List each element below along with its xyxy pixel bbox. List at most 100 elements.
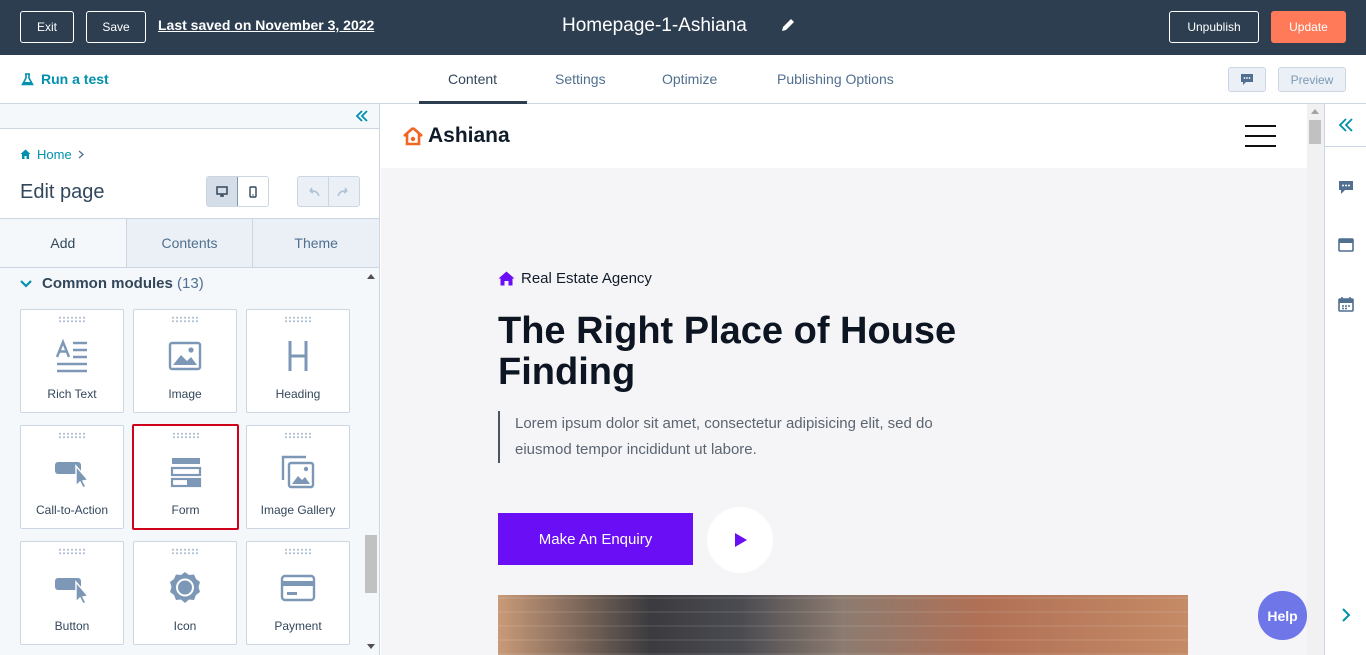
preview-scroll-thumb[interactable] bbox=[1309, 120, 1321, 144]
play-video-button[interactable] bbox=[707, 507, 773, 573]
layout-rail-icon[interactable] bbox=[1336, 235, 1356, 255]
unpublish-button[interactable]: Unpublish bbox=[1169, 11, 1259, 43]
redo-icon bbox=[336, 187, 348, 196]
page-title: Homepage-1-Ashiana bbox=[562, 15, 747, 36]
undo-button[interactable] bbox=[298, 177, 329, 206]
expand-rail-icon[interactable] bbox=[1336, 115, 1356, 135]
sidebar-header bbox=[0, 104, 379, 129]
pencil-icon[interactable] bbox=[780, 17, 796, 33]
exit-button[interactable]: Exit bbox=[20, 11, 74, 43]
save-button[interactable]: Save bbox=[86, 11, 146, 43]
sidebar-scrollbar[interactable] bbox=[364, 268, 378, 655]
last-saved-link[interactable]: Last saved on November 3, 2022 bbox=[158, 17, 374, 33]
left-sidebar: Home Edit page Add Contents Theme Common… bbox=[0, 104, 380, 655]
section-title: Common modules bbox=[42, 275, 173, 292]
module-call-to-action[interactable]: Call-to-Action bbox=[20, 425, 124, 529]
preview-scrollbar[interactable] bbox=[1307, 104, 1324, 655]
module-rich-text[interactable]: Rich Text bbox=[20, 309, 124, 413]
enquiry-button[interactable]: Make An Enquiry bbox=[498, 513, 693, 565]
mobile-icon bbox=[249, 185, 257, 198]
tab-add[interactable]: Add bbox=[0, 219, 127, 267]
home-icon bbox=[498, 271, 515, 286]
flask-icon bbox=[21, 72, 34, 85]
drag-handle-icon[interactable] bbox=[284, 432, 312, 439]
drag-handle-icon[interactable] bbox=[171, 548, 199, 555]
tab-optimize[interactable]: Optimize bbox=[662, 71, 717, 87]
scroll-up-arrow-icon[interactable] bbox=[367, 273, 375, 279]
common-modules-header[interactable]: Common modules (13) bbox=[20, 275, 204, 292]
module-label: Icon bbox=[173, 619, 197, 633]
editor-subbar: Run a test Content Settings Optimize Pub… bbox=[0, 55, 1366, 104]
drag-handle-icon[interactable] bbox=[58, 548, 86, 555]
hamburger-menu-icon[interactable] bbox=[1245, 125, 1276, 147]
icon-module-icon bbox=[170, 572, 200, 603]
tab-publishing-options[interactable]: Publishing Options bbox=[777, 71, 894, 87]
chevron-right-icon[interactable] bbox=[1336, 605, 1356, 625]
tab-theme[interactable]: Theme bbox=[253, 219, 379, 267]
module-heading[interactable]: Heading bbox=[246, 309, 350, 413]
redo-button[interactable] bbox=[329, 177, 359, 206]
module-form[interactable]: Form bbox=[132, 424, 239, 530]
site-logo[interactable]: Ashiana bbox=[402, 124, 510, 148]
scroll-down-arrow-icon[interactable] bbox=[367, 644, 375, 650]
module-payment[interactable]: Payment bbox=[246, 541, 350, 645]
button-icon bbox=[55, 578, 90, 605]
module-icon[interactable]: Icon bbox=[133, 541, 237, 645]
comments-rail-icon[interactable] bbox=[1336, 177, 1356, 197]
calendar-rail-icon[interactable] bbox=[1336, 294, 1356, 314]
desktop-icon bbox=[216, 186, 228, 197]
drag-handle-icon[interactable] bbox=[284, 316, 312, 323]
collapse-sidebar-icon[interactable] bbox=[355, 109, 369, 127]
run-test-link[interactable]: Run a test bbox=[21, 71, 109, 87]
module-label: Rich Text bbox=[47, 387, 97, 401]
hero-headline: The Right Place of House Finding bbox=[498, 310, 957, 393]
scroll-up-arrow-icon[interactable] bbox=[1311, 108, 1319, 114]
preview-button[interactable]: Preview bbox=[1278, 67, 1346, 92]
drag-handle-icon[interactable] bbox=[58, 432, 86, 439]
help-button[interactable]: Help bbox=[1258, 591, 1307, 640]
sidebar-tabs: Add Contents Theme bbox=[0, 218, 379, 268]
comments-button[interactable] bbox=[1228, 67, 1266, 92]
drag-handle-icon[interactable] bbox=[171, 316, 199, 323]
module-image[interactable]: Image bbox=[133, 309, 237, 413]
section-count: (13) bbox=[177, 275, 204, 292]
mobile-view-button[interactable] bbox=[237, 177, 268, 206]
house-logo-icon bbox=[403, 127, 423, 146]
breadcrumb-home[interactable]: Home bbox=[37, 147, 72, 162]
breadcrumb[interactable]: Home bbox=[20, 147, 84, 162]
sidebar-scroll-thumb[interactable] bbox=[365, 535, 377, 593]
desktop-view-button[interactable] bbox=[207, 177, 238, 206]
payment-icon bbox=[280, 574, 316, 602]
drag-handle-icon[interactable] bbox=[284, 548, 312, 555]
module-button[interactable]: Button bbox=[20, 541, 124, 645]
right-rail bbox=[1324, 104, 1366, 655]
module-label: Form bbox=[171, 503, 200, 517]
module-label: Payment bbox=[274, 619, 322, 633]
module-label: Image Gallery bbox=[260, 503, 336, 517]
history-controls bbox=[297, 176, 360, 207]
form-icon bbox=[170, 458, 201, 488]
top-bar: Exit Save Last saved on November 3, 2022… bbox=[0, 0, 1366, 55]
comment-icon bbox=[1241, 74, 1253, 85]
update-button[interactable]: Update bbox=[1271, 11, 1346, 43]
module-label: Heading bbox=[275, 387, 321, 401]
agency-label: Real Estate Agency bbox=[521, 270, 652, 287]
undo-icon bbox=[309, 187, 320, 196]
drag-handle-icon[interactable] bbox=[171, 432, 200, 439]
tab-content[interactable]: Content bbox=[448, 71, 497, 87]
image-icon bbox=[168, 341, 202, 371]
drag-handle-icon[interactable] bbox=[58, 316, 86, 323]
rich-text-icon bbox=[55, 338, 87, 373]
hero-image bbox=[498, 595, 1188, 655]
site-header: Ashiana bbox=[381, 104, 1307, 168]
play-icon bbox=[735, 533, 747, 547]
brand-name: Ashiana bbox=[428, 124, 510, 147]
heading-icon bbox=[288, 341, 308, 371]
module-image-gallery[interactable]: Image Gallery bbox=[246, 425, 350, 529]
page-preview[interactable]: Ashiana Real Estate Agency The Right Pla… bbox=[381, 104, 1307, 655]
rail-header bbox=[1325, 104, 1366, 147]
hero-body: Lorem ipsum dolor sit amet, consectetur … bbox=[498, 411, 968, 463]
agency-tagline: Real Estate Agency bbox=[498, 270, 652, 287]
tab-settings[interactable]: Settings bbox=[555, 71, 606, 87]
tab-contents[interactable]: Contents bbox=[127, 219, 254, 267]
